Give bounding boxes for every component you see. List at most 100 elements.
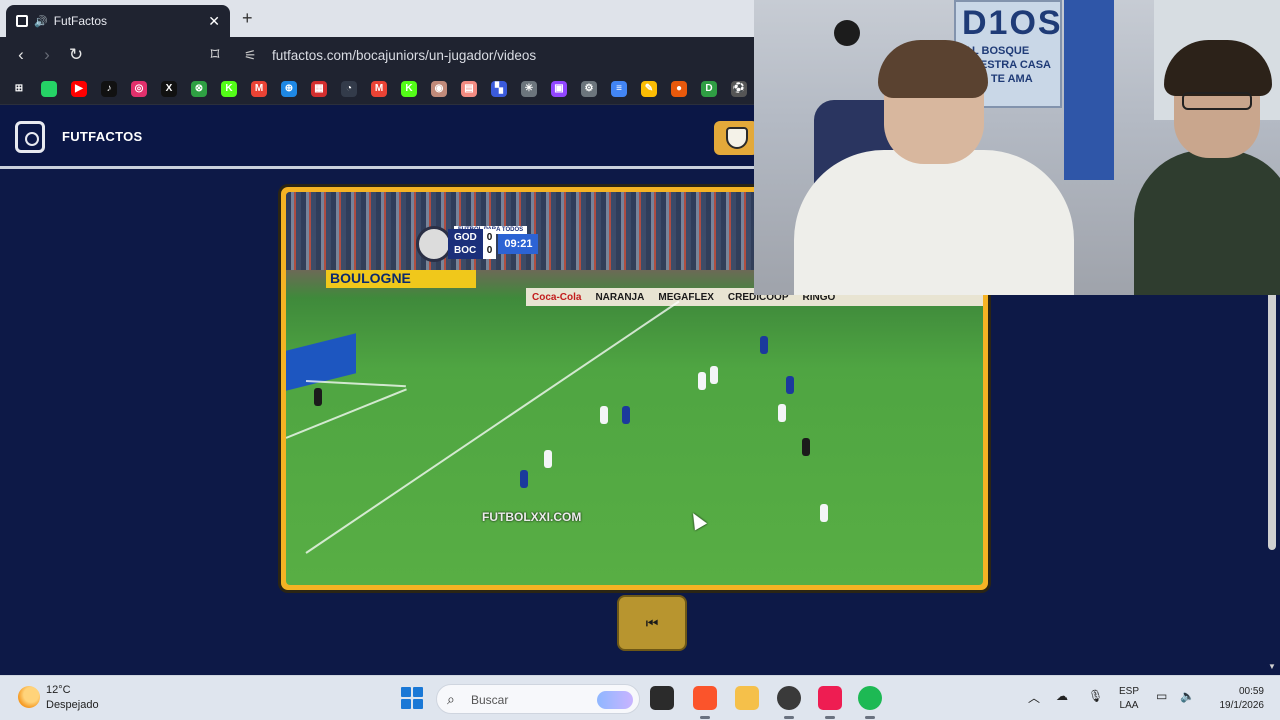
- video-watermark: FUTBOLXXI.COM: [482, 510, 582, 524]
- twitch-icon[interactable]: ▣: [551, 81, 567, 97]
- weather-description[interactable]: Despejado: [46, 699, 99, 711]
- site-favicon-icon: [16, 15, 28, 27]
- board-boulogne: BOULOGNE: [326, 270, 476, 288]
- site-brand[interactable]: FUTFACTOS: [62, 129, 142, 144]
- tray-chevron-icon[interactable]: ︿: [1028, 689, 1040, 706]
- team-away: BOC: [454, 245, 477, 256]
- webcam-overlay: D1OS AL BOSQUE NUESTRA CASA ERO TE AMA: [754, 0, 1280, 295]
- address-bar[interactable]: futfactos.com/bocajuniors/un-jugador/vid…: [272, 48, 536, 63]
- brave-browser-icon[interactable]: [693, 686, 717, 719]
- player-white: [778, 404, 786, 422]
- network-icon[interactable]: ▭: [1156, 689, 1167, 703]
- ad-item: MEGAFLEX: [658, 291, 714, 303]
- calendar-icon[interactable]: ▤: [461, 81, 477, 97]
- scoreboard: GOD BOC 0 0 09:21: [416, 226, 539, 262]
- system-clock[interactable]: 00:59 19/1/2026: [1208, 685, 1265, 713]
- clock-time: 00:59: [1238, 686, 1264, 697]
- search-placeholder: Buscar: [471, 693, 509, 707]
- person-left-hair: [878, 40, 988, 98]
- broadcast-crest-icon: [416, 226, 452, 262]
- weather-moon-icon[interactable]: [18, 686, 40, 708]
- mouse-cursor-icon: [686, 509, 708, 531]
- windows-start-icon[interactable]: [401, 687, 423, 709]
- youtube-icon[interactable]: ▶: [71, 81, 87, 97]
- person-left-body: [794, 150, 1074, 295]
- taskbar-search[interactable]: ⌕ Buscar: [436, 684, 640, 714]
- player-white: [544, 450, 552, 468]
- instagram-icon[interactable]: ◎: [131, 81, 147, 97]
- player-blue: [786, 376, 794, 394]
- futfactos-logo-icon[interactable]: [15, 121, 45, 153]
- new-tab-button[interactable]: +: [242, 8, 253, 29]
- layout-code: LAA: [1119, 700, 1139, 711]
- score-teams: GOD BOC: [448, 229, 483, 259]
- forward-arrow-icon[interactable]: ›: [36, 45, 58, 65]
- x-icon[interactable]: X: [161, 81, 177, 97]
- wall-badge: [834, 20, 860, 46]
- previous-video-button[interactable]: ⏮: [617, 595, 687, 651]
- tab-title: FutFactos: [53, 14, 108, 28]
- poster-title: D1OS: [962, 4, 1063, 42]
- match-clock: 09:21: [498, 234, 539, 254]
- player-blue: [622, 406, 630, 424]
- tab-futfactos[interactable]: 🔊 FutFactos ✕: [6, 5, 230, 37]
- volume-icon[interactable]: 🔈: [1180, 689, 1195, 703]
- language-indicator[interactable]: ESP LAA: [1119, 685, 1139, 713]
- team-crest-button[interactable]: [714, 121, 758, 155]
- ad-item: Coca-Cola: [532, 291, 582, 303]
- weather-temperature[interactable]: 12°C: [46, 684, 71, 696]
- compass-icon[interactable]: ⊕: [281, 81, 297, 97]
- back-arrow-icon[interactable]: ‹: [10, 45, 32, 65]
- glasses: [1182, 92, 1252, 110]
- whatsapp-icon[interactable]: [41, 81, 57, 97]
- reload-icon[interactable]: ↻: [65, 45, 87, 65]
- score-away: 0: [486, 245, 493, 256]
- obs-icon[interactable]: [777, 686, 801, 719]
- docs-icon[interactable]: ≡: [611, 81, 627, 97]
- gmail-icon-2[interactable]: M: [371, 81, 387, 97]
- kick-icon[interactable]: K: [221, 81, 237, 97]
- xbox-icon[interactable]: ⊗: [191, 81, 207, 97]
- bookmark-icon[interactable]: ⌑: [204, 45, 226, 65]
- pitch-line: [286, 388, 407, 439]
- kick-icon-2[interactable]: K: [401, 81, 417, 97]
- scroll-down-icon[interactable]: ▼: [1268, 662, 1276, 671]
- record-icon[interactable]: ●: [671, 81, 687, 97]
- speed-icon[interactable]: ◔: [341, 81, 357, 97]
- file-explorer-icon[interactable]: [735, 686, 759, 710]
- player-blue: [760, 336, 768, 354]
- score-home: 0: [486, 232, 493, 243]
- puzzle-icon[interactable]: ▚: [491, 81, 507, 97]
- spotify-icon[interactable]: [858, 686, 882, 719]
- site-settings-icon[interactable]: ⚟: [244, 47, 257, 64]
- player-white: [710, 366, 718, 384]
- pen-icon[interactable]: ✎: [641, 81, 657, 97]
- tiktok-app-icon[interactable]: [818, 686, 842, 719]
- player-white: [820, 504, 828, 522]
- page-scrollbar[interactable]: [1268, 290, 1276, 550]
- task-view-icon[interactable]: [650, 686, 674, 710]
- microphone-icon[interactable]: 🎙: [1088, 689, 1103, 703]
- curtain: [1064, 0, 1114, 180]
- tiktok-icon[interactable]: ♪: [101, 81, 117, 97]
- network-icon[interactable]: ✳: [521, 81, 537, 97]
- clock-date: 19/1/2026: [1219, 700, 1265, 711]
- close-tab-icon[interactable]: ✕: [208, 13, 220, 30]
- soccer-icon[interactable]: ⚽: [731, 81, 747, 97]
- apps-grid-icon[interactable]: ⊞: [11, 81, 27, 97]
- settings-icon[interactable]: ⚙: [581, 81, 597, 97]
- player-blue: [520, 470, 528, 488]
- person-right-body: [1134, 150, 1280, 295]
- map-icon[interactable]: ◉: [431, 81, 447, 97]
- ad-item: NARANJA: [595, 291, 645, 303]
- chart-icon[interactable]: ▦: [311, 81, 327, 97]
- d-icon[interactable]: D: [701, 81, 717, 97]
- boca-crest-icon: [726, 127, 748, 149]
- goalkeeper: [314, 388, 322, 406]
- pitch-line: [305, 380, 406, 388]
- score-values: 0 0: [482, 229, 497, 259]
- onedrive-icon[interactable]: ☁: [1056, 689, 1068, 703]
- audio-playing-icon[interactable]: 🔊: [34, 15, 48, 28]
- team-home: GOD: [454, 232, 477, 243]
- gmail-icon[interactable]: M: [251, 81, 267, 97]
